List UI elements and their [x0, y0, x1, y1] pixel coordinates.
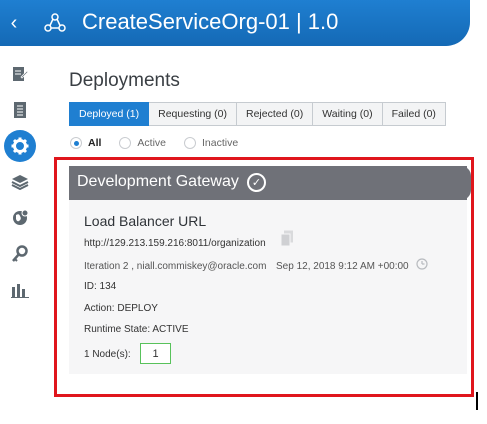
highlight-box — [54, 157, 474, 397]
layers-icon[interactable] — [0, 164, 40, 200]
tab-requesting[interactable]: Requesting (0) — [149, 102, 237, 126]
gear-icon[interactable] — [0, 128, 40, 164]
key-icon[interactable] — [0, 236, 40, 272]
radio-active-dot[interactable] — [119, 137, 132, 149]
status-filter: All Active Inactive — [70, 137, 256, 149]
tab-rejected[interactable]: Rejected (0) — [237, 102, 314, 126]
list-doc-icon[interactable] — [0, 92, 40, 128]
left-nav — [0, 56, 40, 326]
deployment-tabs: Deployed (1) Requesting (0) Rejected (0)… — [69, 102, 446, 126]
radio-all-label: All — [88, 137, 102, 149]
globe-icon[interactable] — [0, 200, 40, 236]
chevron-left-icon[interactable]: ‹ — [0, 8, 28, 38]
tab-waiting[interactable]: Waiting (0) — [313, 102, 383, 126]
page-title: CreateServiceOrg-01 | 1.0 — [82, 9, 339, 34]
radio-inactive-dot[interactable] — [184, 137, 197, 149]
radio-all[interactable]: All — [70, 137, 101, 149]
radio-active-label: Active — [137, 137, 167, 149]
org-nodes-icon — [44, 13, 66, 32]
tab-failed[interactable]: Failed (0) — [382, 102, 446, 126]
text-cursor — [476, 392, 478, 410]
edit-doc-icon[interactable] — [0, 56, 40, 92]
tab-deployed[interactable]: Deployed (1) — [69, 102, 150, 126]
radio-all-dot[interactable] — [70, 137, 82, 149]
radio-inactive-label: Inactive — [202, 137, 239, 149]
radio-active[interactable]: Active — [119, 137, 166, 149]
section-heading: Deployments — [69, 70, 180, 91]
nav-active-indicator — [4, 130, 36, 162]
title-bar: ‹ CreateServiceOrg-01 | 1.0 — [0, 0, 470, 46]
bar-chart-icon[interactable] — [0, 272, 40, 308]
radio-inactive[interactable]: Inactive — [184, 137, 238, 149]
